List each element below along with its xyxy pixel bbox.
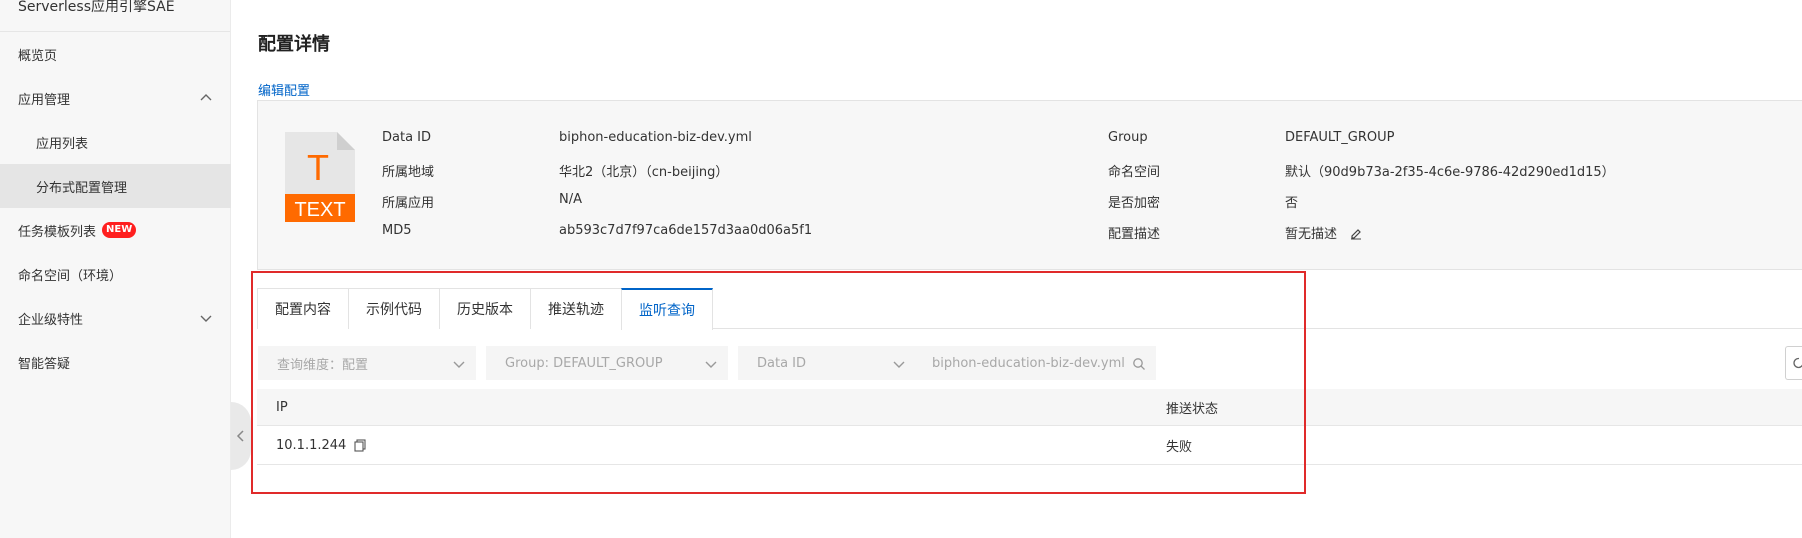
sidebar-item-app-management[interactable]: 应用管理 <box>0 76 231 120</box>
column-header-push-status: 推送状态 <box>1166 401 1219 417</box>
tab-sample-code[interactable]: 示例代码 <box>348 288 440 329</box>
dimension-select[interactable]: 查询维度：配置 <box>258 346 476 380</box>
sidebar-item-label: 企业级特性 <box>18 312 84 328</box>
dimension-select-value: 查询维度：配置 <box>277 357 369 373</box>
sidebar-item-enterprise-features[interactable]: 企业级特性 <box>0 296 231 340</box>
sidebar-item-namespace[interactable]: 命名空间（环境） <box>0 252 231 296</box>
push-status-cell: 失败 <box>1166 439 1193 455</box>
data-id-label: Data ID <box>382 130 432 145</box>
sidebar-title: Serverless应用引擎SAE <box>0 0 230 32</box>
sidebar-item-smart-qa[interactable]: 智能答疑 <box>0 340 231 384</box>
page-title: 配置详情 <box>258 34 330 55</box>
chevron-down-icon <box>453 361 465 368</box>
new-badge: NEW <box>102 222 137 238</box>
tab-config-content[interactable]: 配置内容 <box>257 288 349 329</box>
sidebar-item-overview[interactable]: 概览页 <box>0 32 231 76</box>
config-info-panel: T TEXT Data ID biphon-education-biz-dev.… <box>257 100 1802 270</box>
sidebar-item-label: 分布式配置管理 <box>36 180 128 196</box>
chevron-down-icon <box>893 361 905 368</box>
sidebar-item-label: 应用管理 <box>18 92 71 108</box>
tab-listener-query[interactable]: 监听查询 <box>621 288 713 330</box>
chevron-down-icon <box>705 361 717 368</box>
tab-push-trace[interactable]: 推送轨迹 <box>530 288 622 329</box>
namespace-label: 命名空间 <box>1108 165 1161 180</box>
tab-bar: 配置内容 示例代码 历史版本 推送轨迹 监听查询 <box>257 288 1802 330</box>
sidebar-item-config-management[interactable]: 分布式配置管理 <box>0 164 231 208</box>
chevron-left-icon <box>236 430 244 442</box>
group-select[interactable]: Group: DEFAULT_GROUP <box>486 346 728 380</box>
ip-value: 10.1.1.244 <box>276 437 347 453</box>
search-icon[interactable] <box>1132 357 1146 371</box>
data-id-type-value: Data ID <box>757 355 807 371</box>
table-row: 10.1.1.244 失败 <box>257 426 1802 465</box>
refresh-button[interactable] <box>1785 346 1802 380</box>
edit-pencil-icon[interactable] <box>1349 226 1363 240</box>
group-label: Group <box>1108 130 1148 145</box>
data-id-type-select[interactable]: Data ID <box>738 346 916 380</box>
description-field: 暂无描述 <box>1285 223 1363 242</box>
encrypted-label: 是否加密 <box>1108 196 1161 211</box>
namespace-value: 默认（90d9b73a-2f35-4c6e-9786-42d290ed1d15） <box>1285 165 1615 180</box>
edit-config-link[interactable]: 编辑配置 <box>258 80 310 99</box>
chevron-up-icon <box>200 94 212 101</box>
tab-history[interactable]: 历史版本 <box>439 288 531 329</box>
sidebar-collapse-handle[interactable] <box>231 402 251 470</box>
sidebar-item-label: 概览页 <box>18 48 58 64</box>
copy-icon[interactable] <box>354 438 367 452</box>
chevron-down-icon <box>200 315 212 322</box>
sidebar-item-task-templates[interactable]: 任务模板列表 NEW <box>0 208 231 252</box>
sidebar-item-label: 命名空间（环境） <box>18 268 123 284</box>
file-icon-text: TEXT <box>294 199 345 221</box>
description-value: 暂无描述 <box>1285 227 1338 242</box>
data-id-value: biphon-education-biz-dev.yml <box>559 130 752 145</box>
group-select-value: Group: DEFAULT_GROUP <box>505 355 663 371</box>
md5-label: MD5 <box>382 223 412 238</box>
column-header-ip: IP <box>276 399 288 415</box>
file-icon-letter: T <box>307 147 329 188</box>
refresh-icon <box>1793 357 1802 369</box>
app-label: 所属应用 <box>382 196 435 211</box>
md5-value: ab593c7d7f97ca6de157d3aa0d06a5f1 <box>559 223 813 238</box>
sidebar-item-label: 任务模板列表 <box>18 224 97 240</box>
sidebar-item-app-list[interactable]: 应用列表 <box>0 120 231 164</box>
region-value: 华北2（北京）（cn-beijing） <box>559 165 729 180</box>
app-root: Serverless应用引擎SAE 概览页 应用管理 应用列表 分布式配置管理 … <box>0 0 1802 538</box>
sidebar-item-label: 应用列表 <box>36 136 89 152</box>
data-id-search-value: biphon-education-biz-dev.yml <box>932 355 1125 371</box>
description-label: 配置描述 <box>1108 227 1161 242</box>
ip-cell: 10.1.1.244 <box>276 426 367 464</box>
data-id-search-input[interactable]: biphon-education-biz-dev.yml <box>916 346 1156 380</box>
listener-table-header: IP 推送状态 <box>257 389 1802 426</box>
app-value: N/A <box>559 192 582 207</box>
sidebar: Serverless应用引擎SAE 概览页 应用管理 应用列表 分布式配置管理 … <box>0 0 231 538</box>
sidebar-item-label: 智能答疑 <box>18 356 71 372</box>
text-file-icon: T TEXT <box>285 132 355 222</box>
group-value: DEFAULT_GROUP <box>1285 130 1395 145</box>
region-label: 所属地域 <box>382 165 435 180</box>
encrypted-value: 否 <box>1285 196 1299 211</box>
